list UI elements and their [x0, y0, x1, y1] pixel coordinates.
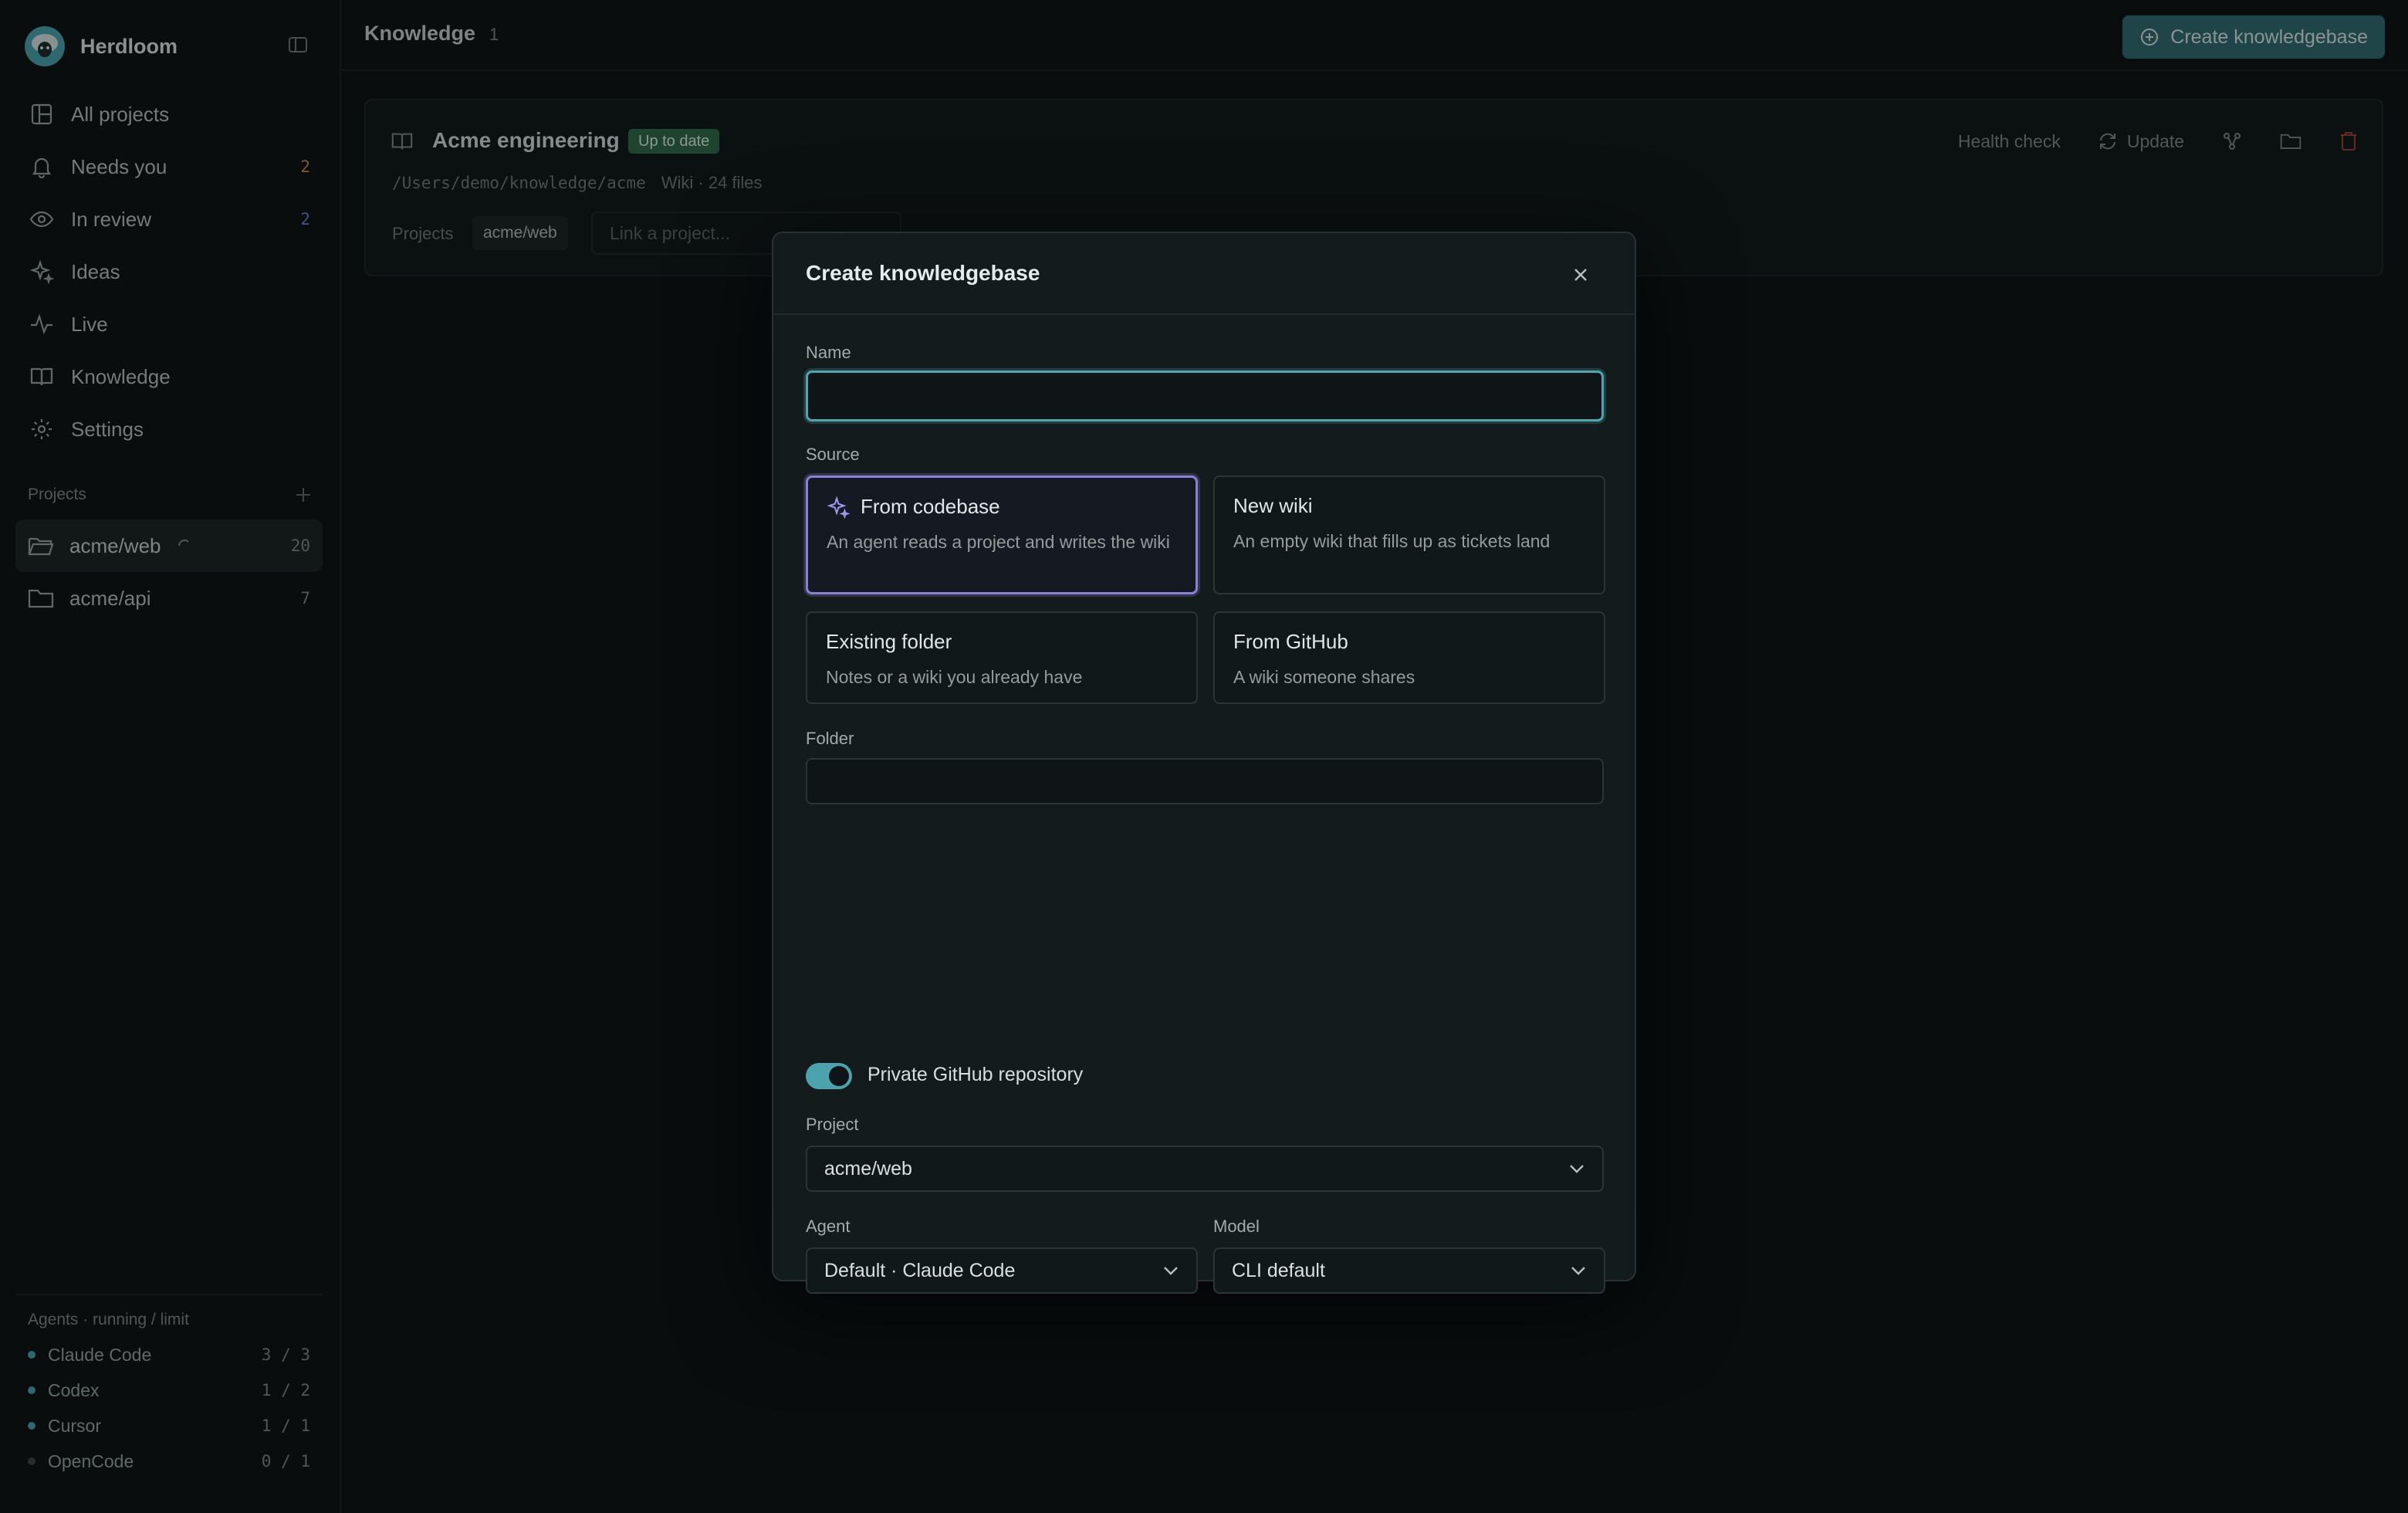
source-option-title: From GitHub: [1233, 630, 1348, 653]
project-select-value: acme/web: [824, 1158, 912, 1180]
project-select[interactable]: acme/web: [806, 1146, 1604, 1192]
project-label: Project: [806, 1115, 859, 1134]
create-knowledgebase-dialog: Create knowledgebase Name Source From co…: [772, 232, 1636, 1294]
private-repo-toggle[interactable]: [806, 1063, 852, 1089]
source-option-new-wiki[interactable]: New wiki An empty wiki that fills up as …: [1213, 476, 1605, 594]
agent-label: Agent: [806, 1217, 851, 1236]
source-option-title: From codebase: [861, 495, 1000, 518]
agent-select-value: Default · Claude Code: [824, 1260, 1016, 1281]
dialog-title: Create knowledgebase: [806, 261, 1040, 285]
folder-input[interactable]: [806, 758, 1604, 804]
sparkle-icon: [827, 495, 861, 519]
chevron-down-icon: [1570, 1264, 1587, 1277]
source-option-from-github[interactable]: From GitHub A wiki someone shares: [1213, 611, 1605, 704]
source-option-title: Existing folder: [826, 630, 952, 653]
name-label: Name: [806, 343, 851, 362]
source-option-desc: Notes or a wiki you already have: [826, 667, 1083, 687]
chevron-down-icon: [1162, 1264, 1179, 1277]
model-label: Model: [1213, 1217, 1260, 1236]
source-option-desc: An empty wiki that fills up as tickets l…: [1233, 531, 1551, 551]
source-option-desc: A wiki someone shares: [1233, 667, 1415, 687]
private-repo-label: Private GitHub repository: [867, 1064, 1084, 1085]
model-select[interactable]: CLI default: [1213, 1247, 1605, 1294]
agent-select[interactable]: Default · Claude Code: [806, 1247, 1198, 1294]
name-input[interactable]: [806, 371, 1604, 421]
model-select-value: CLI default: [1232, 1260, 1325, 1281]
source-option-from-codebase[interactable]: From codebase An agent reads a project a…: [806, 476, 1198, 594]
source-option-desc: An agent reads a project and writes the …: [827, 532, 1170, 552]
dialog-header: Create knowledgebase: [773, 233, 1635, 315]
chevron-down-icon: [1568, 1163, 1585, 1175]
source-option-existing-folder[interactable]: Existing folder Notes or a wiki you alre…: [806, 611, 1198, 704]
source-option-title: New wiki: [1233, 494, 1313, 517]
folder-label: Folder: [806, 729, 854, 748]
toggle-knob: [829, 1066, 849, 1086]
source-label: Source: [806, 445, 860, 464]
close-icon[interactable]: [1571, 266, 1590, 284]
